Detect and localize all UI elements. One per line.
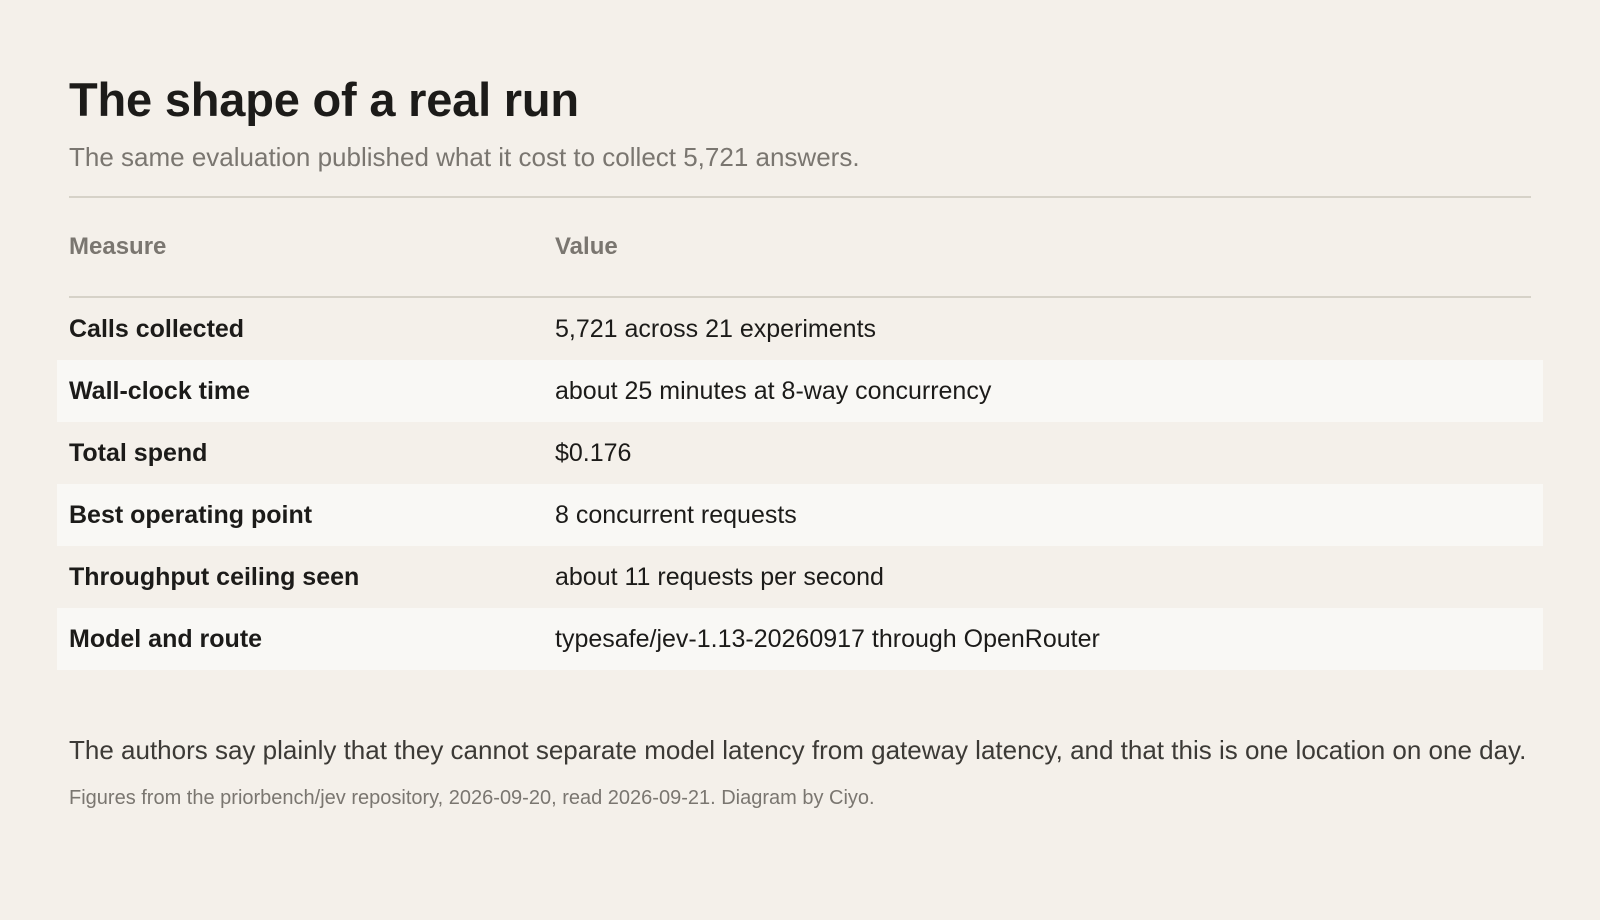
cell-measure: Throughput ceiling seen xyxy=(69,562,360,591)
cell-value: typesafe/jev-1.13-20260917 through OpenR… xyxy=(555,624,1100,653)
table-row: Total spend $0.176 xyxy=(57,422,1543,484)
source-credit: Figures from the priorbench/jev reposito… xyxy=(69,787,875,809)
cell-value: 5,721 across 21 experiments xyxy=(555,314,877,343)
cell-measure: Wall-clock time xyxy=(69,376,251,405)
cell-value: 8 concurrent requests xyxy=(555,500,797,529)
table-header: Measure Value xyxy=(69,198,1531,298)
measures-table: Measure Value Calls collected 5,721 acro… xyxy=(57,198,1543,670)
table-row: Model and route typesafe/jev-1.13-202609… xyxy=(57,608,1543,670)
cell-value: about 25 minutes at 8-way concurrency xyxy=(555,376,992,405)
cell-value: about 11 requests per second xyxy=(555,562,884,591)
cell-measure: Best operating point xyxy=(69,500,313,529)
page: The shape of a real run The same evaluat… xyxy=(0,0,1600,920)
table-row: Throughput ceiling seen about 11 request… xyxy=(57,546,1543,608)
page-title: The shape of a real run xyxy=(69,73,579,126)
table-row: Wall-clock time about 25 minutes at 8-wa… xyxy=(57,360,1543,422)
table-row: Best operating point 8 concurrent reques… xyxy=(57,484,1543,546)
cell-measure: Total spend xyxy=(69,438,208,467)
column-header-value: Value xyxy=(555,233,618,260)
table-row: Calls collected 5,721 across 21 experime… xyxy=(57,298,1543,360)
column-header-measure: Measure xyxy=(69,233,167,260)
cell-value: $0.176 xyxy=(555,438,632,467)
page-subtitle: The same evaluation published what it co… xyxy=(69,142,860,172)
caveat-note: The authors say plainly that they cannot… xyxy=(69,735,1527,765)
cell-measure: Model and route xyxy=(69,624,263,653)
cell-measure: Calls collected xyxy=(69,314,245,343)
